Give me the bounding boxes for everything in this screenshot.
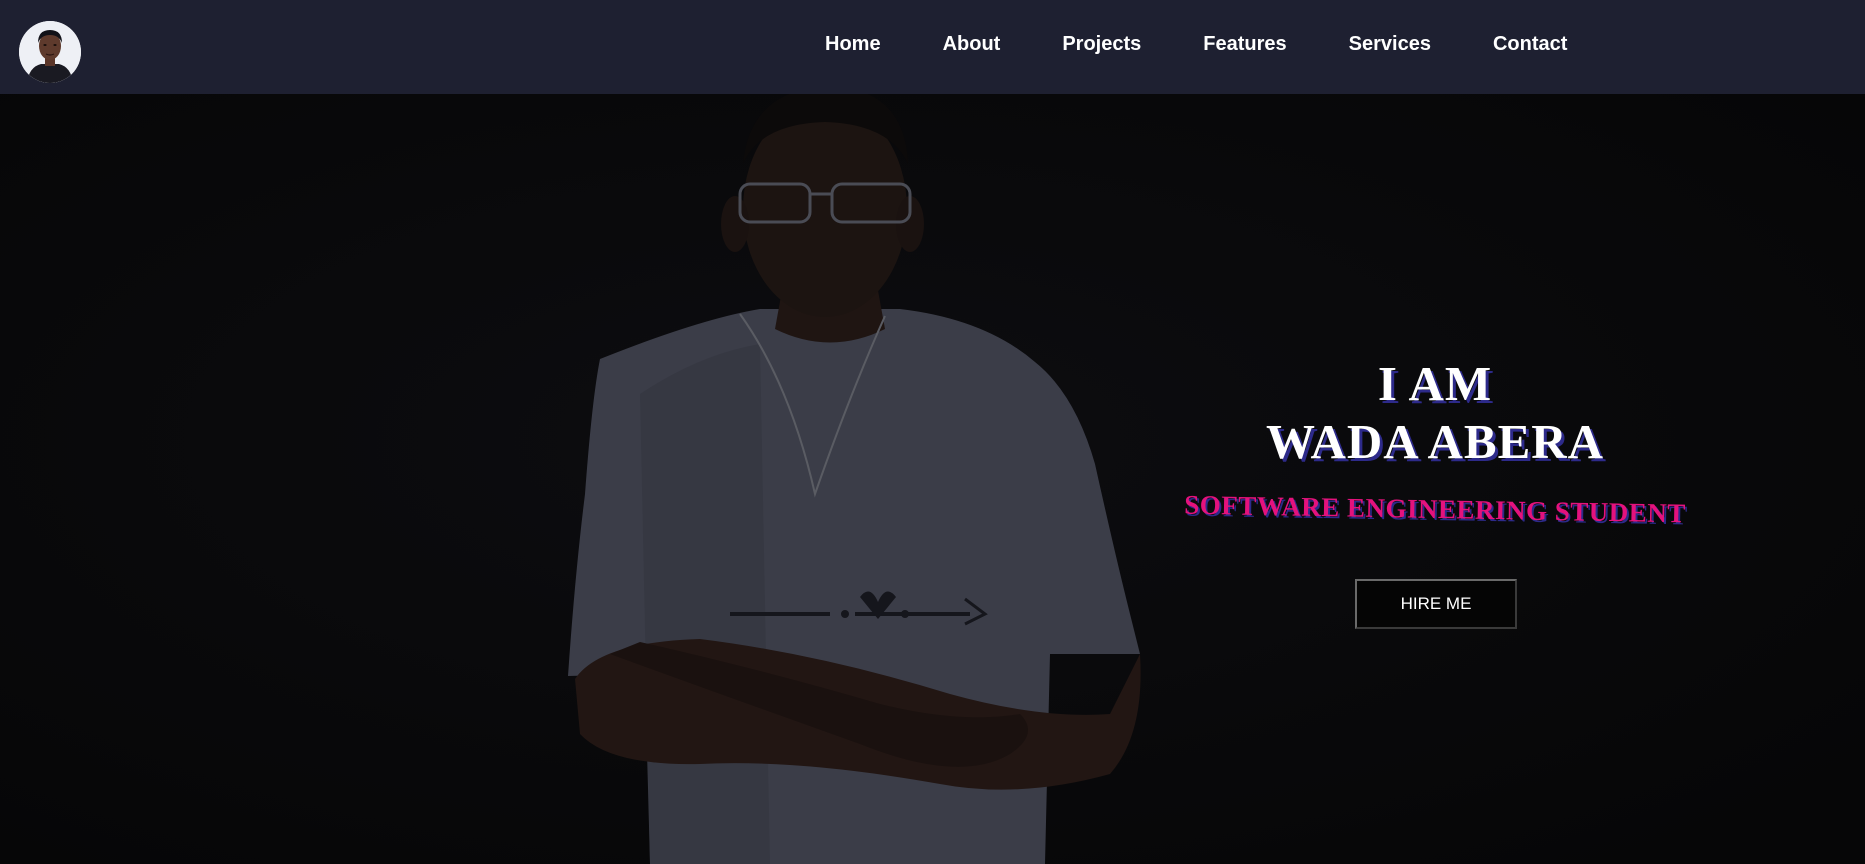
nav-item-contact: Contact <box>1493 31 1567 61</box>
avatar-portrait-icon <box>19 21 81 83</box>
hero-greeting: I AM <box>1377 356 1493 411</box>
nav-item-home: Home <box>825 31 881 61</box>
hire-me-button[interactable]: HIRE ME <box>1355 579 1517 629</box>
nav-link-home[interactable]: Home <box>825 33 881 55</box>
nav-link-features[interactable]: Features <box>1203 33 1286 55</box>
navbar: Home About Projects Features Services Co… <box>0 0 1865 94</box>
hero-section: I AM WADA ABERA SOFTWARE ENGINEERING STU… <box>0 94 1865 864</box>
nav-link-contact[interactable]: Contact <box>1493 33 1567 55</box>
nav-item-features: Features <box>1203 31 1286 61</box>
nav-item-projects: Projects <box>1062 31 1141 61</box>
profile-avatar[interactable] <box>19 21 81 83</box>
hero-background-photo <box>0 94 1865 864</box>
nav-link-services[interactable]: Services <box>1349 33 1431 55</box>
nav-item-services: Services <box>1349 31 1431 61</box>
nav-link-projects[interactable]: Projects <box>1062 33 1141 55</box>
nav-link-about[interactable]: About <box>943 33 1001 55</box>
nav-links: Home About Projects Features Services Co… <box>825 31 1567 61</box>
hero-name: WADA ABERA <box>1265 414 1605 469</box>
nav-item-about: About <box>943 31 1001 61</box>
